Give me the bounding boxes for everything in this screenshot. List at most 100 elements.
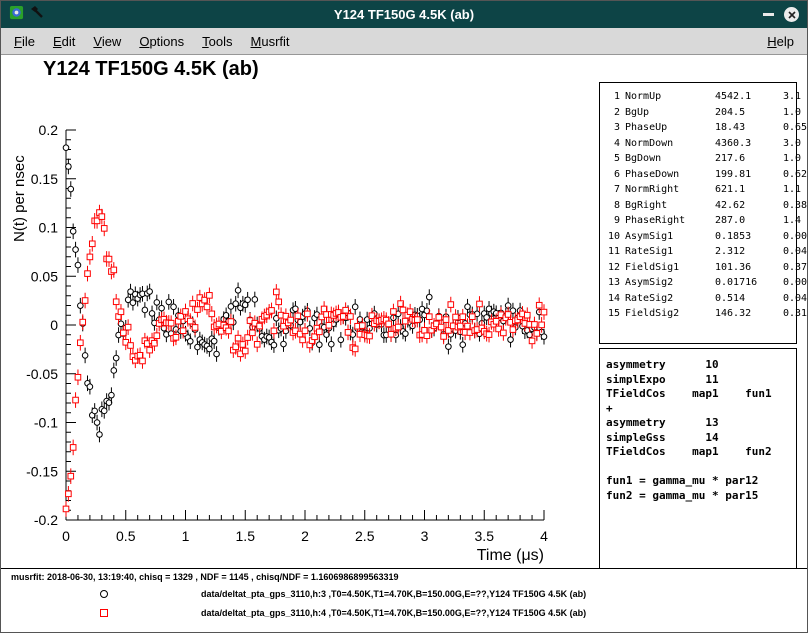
p-value: 42.62	[715, 198, 778, 214]
p-value: 0.01716	[715, 275, 778, 291]
parameter-row-RateSig2: 14RateSig20.5140.045	[605, 291, 796, 307]
svg-text:1.5: 1.5	[236, 528, 256, 544]
p-n: 7	[605, 182, 620, 198]
parameter-row-PhaseDown: 6PhaseDown199.810.62	[605, 167, 796, 183]
p-error: 3.1	[783, 89, 801, 105]
title-bar[interactable]: Y124 TF150G 4.5K (ab)	[1, 1, 807, 28]
svg-text:0.15: 0.15	[31, 171, 58, 187]
menu-items: FileEditViewOptionsToolsMusrfit	[5, 31, 299, 52]
p-name: BgRight	[625, 198, 710, 214]
parameter-row-AsymSig2: 13AsymSig20.017160.00098	[605, 275, 796, 291]
p-name: PhaseUp	[625, 120, 710, 136]
p-value: 0.1853	[715, 229, 778, 245]
p-name: NormUp	[625, 89, 710, 105]
menu-musrfit[interactable]: Musrfit	[242, 31, 299, 52]
plot-legend: data/deltat_pta_gps_3110,h:3 ,T0=4.50K,T…	[1, 584, 807, 622]
p-error: 0.045	[783, 291, 807, 307]
minimize-button[interactable]	[763, 13, 774, 16]
parameter-row-PhaseUp: 3PhaseUp18.430.65	[605, 120, 796, 136]
musr-plot[interactable]: -0.2-0.15-0.1-0.0500.050.10.150.200.511.…	[1, 55, 571, 568]
menu-tools[interactable]: Tools	[193, 31, 241, 52]
theory-line: +	[606, 402, 796, 417]
plot-title: Y124 TF150G 4.5K (ab)	[43, 58, 259, 81]
svg-text:-0.15: -0.15	[26, 463, 58, 479]
svg-text:0.1: 0.1	[39, 220, 59, 236]
menu-view[interactable]: View	[84, 31, 130, 52]
theory-line: simpleGss 14	[606, 431, 796, 446]
p-n: 1	[605, 89, 620, 105]
svg-text:3.5: 3.5	[475, 528, 495, 544]
p-error: 0.38	[783, 198, 807, 214]
close-button[interactable]	[784, 7, 799, 22]
svg-text:0: 0	[62, 528, 70, 544]
p-name: NormRight	[625, 182, 710, 198]
menu-edit[interactable]: Edit	[44, 31, 84, 52]
svg-text:2.5: 2.5	[355, 528, 375, 544]
theory-line: TFieldCos map1 fun2	[606, 445, 796, 460]
menu-help[interactable]: Help	[758, 31, 803, 52]
p-error: 0.31	[783, 306, 807, 322]
p-n: 12	[605, 260, 620, 276]
theory-line: simplExpo 11	[606, 373, 796, 388]
menu-file[interactable]: File	[5, 31, 44, 52]
theory-line: fun2 = gamma_mu * par15	[606, 489, 796, 504]
menu-options[interactable]: Options	[130, 31, 193, 52]
p-error: 1.0	[783, 105, 801, 121]
svg-text:4: 4	[540, 528, 548, 544]
parameter-row-NormUp: 1NormUp4542.13.1	[605, 89, 796, 105]
legend-label: data/deltat_pta_gps_3110,h:4 ,T0=4.50K,T…	[201, 608, 586, 618]
status-area: musrfit: 2018-06-30, 13:19:40, chisq = 1…	[1, 568, 807, 632]
p-error: 1.1	[783, 182, 801, 198]
svg-text:1: 1	[182, 528, 190, 544]
parameter-row-RateSig1: 11RateSig12.3120.043	[605, 244, 796, 260]
legend-row: data/deltat_pta_gps_3110,h:4 ,T0=4.50K,T…	[1, 603, 807, 622]
p-value: 217.6	[715, 151, 778, 167]
p-n: 4	[605, 136, 620, 152]
theory-line	[606, 460, 796, 475]
y-axis-label: N(t) per nsec	[11, 155, 28, 242]
parameter-row-NormRight: 7NormRight621.11.1	[605, 182, 796, 198]
parameter-row-BgDown: 5BgDown217.61.0	[605, 151, 796, 167]
svg-text:0.5: 0.5	[116, 528, 136, 544]
app-window: Y124 TF150G 4.5K (ab) FileEditViewOption…	[0, 0, 808, 633]
p-n: 10	[605, 229, 620, 245]
p-value: 204.5	[715, 105, 778, 121]
p-n: 15	[605, 306, 620, 322]
parameter-row-PhaseRight: 9PhaseRight287.01.4	[605, 213, 796, 229]
titlebar-left	[9, 5, 89, 25]
p-n: 8	[605, 198, 620, 214]
p-name: NormDown	[625, 136, 710, 152]
titlebar-right	[719, 7, 799, 22]
theory-line: asymmetry 10	[606, 358, 796, 373]
svg-text:0.2: 0.2	[39, 122, 59, 138]
hammer-icon	[30, 5, 44, 24]
window-title: Y124 TF150G 4.5K (ab)	[89, 7, 719, 22]
p-name: BgUp	[625, 105, 710, 121]
p-error: 1.0	[783, 151, 801, 167]
p-value: 4360.3	[715, 136, 778, 152]
p-value: 101.36	[715, 260, 778, 276]
p-error: 0.00098	[783, 275, 807, 291]
p-n: 9	[605, 213, 620, 229]
p-error: 3.0	[783, 136, 801, 152]
parameter-row-BgUp: 2BgUp204.51.0	[605, 105, 796, 121]
p-value: 18.43	[715, 120, 778, 136]
svg-text:0: 0	[50, 317, 58, 333]
p-error: 0.0028	[783, 229, 807, 245]
p-value: 4542.1	[715, 89, 778, 105]
p-value: 199.81	[715, 167, 778, 183]
p-error: 0.62	[783, 167, 807, 183]
series-histo-h4	[63, 205, 547, 517]
p-name: PhaseRight	[625, 213, 710, 229]
root-canvas: -0.2-0.15-0.1-0.0500.050.10.150.200.511.…	[1, 55, 807, 568]
series-histo-h3	[63, 140, 547, 442]
legend-row: data/deltat_pta_gps_3110,h:3 ,T0=4.50K,T…	[1, 584, 807, 603]
p-value: 2.312	[715, 244, 778, 260]
svg-text:2: 2	[301, 528, 309, 544]
p-value: 287.0	[715, 213, 778, 229]
parameter-row-NormDown: 4NormDown4360.33.0	[605, 136, 796, 152]
minimize-icon	[763, 13, 774, 16]
p-value: 621.1	[715, 182, 778, 198]
svg-text:0.05: 0.05	[31, 268, 58, 284]
p-n: 2	[605, 105, 620, 121]
